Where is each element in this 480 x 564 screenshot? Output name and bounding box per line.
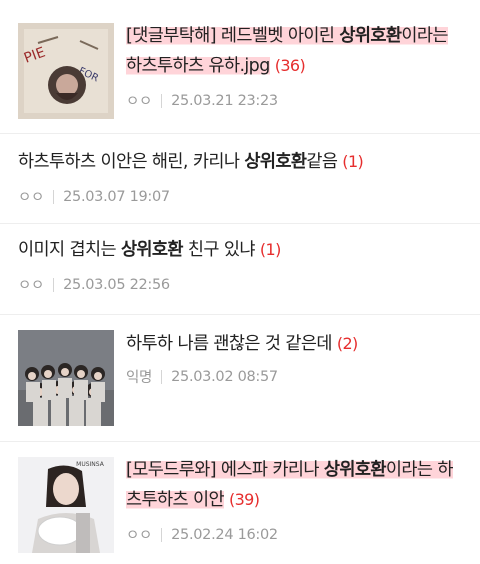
post-title[interactable]: [댓글부탁해] 레드벨벳 아이린 상위호환이라는 하츠투하츠 유하.jpg (3… <box>126 21 464 81</box>
post-thumbnail[interactable] <box>18 330 114 426</box>
post-content: [댓글부탁해] 레드벨벳 아이린 상위호환이라는 하츠투하츠 유하.jpg (3… <box>126 21 464 111</box>
search-keyword: 상위호환 <box>339 26 402 46</box>
brand-watermark: MUSINSA <box>76 461 105 468</box>
list-item[interactable]: PIE FOR [댓글부탁해] 레드벨벳 아이린 상위호환이라는 하츠투하츠 유… <box>0 0 480 134</box>
meta-divider <box>53 189 55 204</box>
post-tag: [모두드루와] <box>126 460 217 480</box>
post-thumbnail[interactable]: PIE FOR <box>18 23 114 119</box>
comment-count: (1) <box>259 240 281 259</box>
search-keyword: 상위호환 <box>244 152 307 172</box>
search-keyword: 상위호환 <box>120 240 184 260</box>
post-title[interactable]: 하투하 나름 괜찮은 것 같은데 (2) <box>126 329 464 359</box>
list-item[interactable]: 하츠투하츠 이안은 해린, 카리나 상위호환같음 (1) ㅇㅇ 25.03.07… <box>0 134 480 224</box>
post-content: [모두드루와] 에스파 카리나 상위호환이라는 하 츠투하츠 이안 (39) ㅇ… <box>126 455 464 545</box>
post-meta: ㅇㅇ 25.02.24 16:02 <box>126 524 464 545</box>
post-meta: 익명 25.03.02 08:57 <box>126 366 464 387</box>
list-item[interactable]: MUSINSA [모두드루와] 에스파 카리나 상위호환이라는 하 츠투하츠 이… <box>0 442 480 564</box>
comment-count: (2) <box>336 334 358 353</box>
post-meta: ㅇㅇ 25.03.21 23:23 <box>126 90 464 111</box>
post-date: 25.03.21 23:23 <box>171 92 278 109</box>
meta-divider <box>161 93 163 108</box>
post-date: 25.03.07 19:07 <box>63 188 170 205</box>
post-meta: ㅇㅇ 25.03.07 19:07 <box>18 186 464 207</box>
post-thumbnail[interactable]: MUSINSA <box>18 457 114 553</box>
post-author: ㅇㅇ <box>18 190 45 206</box>
comment-count: (36) <box>274 56 306 75</box>
meta-divider <box>161 527 163 542</box>
post-content: 이미지 겹치는 상위호환 친구 있냐 (1) ㅇㅇ 25.03.05 22:56 <box>18 235 464 295</box>
comment-count: (1) <box>342 152 364 171</box>
post-author: ㅇㅇ <box>126 94 153 110</box>
search-keyword: 상위호환 <box>323 460 387 480</box>
list-item[interactable]: 이미지 겹치는 상위호환 친구 있냐 (1) ㅇㅇ 25.03.05 22:56 <box>0 224 480 315</box>
post-title[interactable]: [모두드루와] 에스파 카리나 상위호환이라는 하 츠투하츠 이안 (39) <box>126 455 464 515</box>
post-list: PIE FOR [댓글부탁해] 레드벨벳 아이린 상위호환이라는 하츠투하츠 유… <box>0 0 480 564</box>
post-title[interactable]: 이미지 겹치는 상위호환 친구 있냐 (1) <box>18 235 464 265</box>
post-tag: [댓글부탁해] <box>126 26 217 46</box>
post-content: 하츠투하츠 이안은 해린, 카리나 상위호환같음 (1) ㅇㅇ 25.03.07… <box>18 147 464 207</box>
post-date: 25.03.02 08:57 <box>171 368 278 385</box>
comment-count: (39) <box>228 490 260 509</box>
post-author: ㅇㅇ <box>18 278 45 294</box>
post-author: ㅇㅇ <box>126 528 153 544</box>
list-item[interactable]: 하투하 나름 괜찮은 것 같은데 (2) 익명 25.03.02 08:57 <box>0 315 480 442</box>
post-meta: ㅇㅇ 25.03.05 22:56 <box>18 274 464 295</box>
meta-divider <box>53 277 55 292</box>
post-content: 하투하 나름 괜찮은 것 같은데 (2) 익명 25.03.02 08:57 <box>126 329 464 387</box>
meta-divider <box>161 369 163 384</box>
post-date: 25.02.24 16:02 <box>171 526 278 543</box>
post-title[interactable]: 하츠투하츠 이안은 해린, 카리나 상위호환같음 (1) <box>18 147 464 177</box>
post-author: 익명 <box>126 370 153 386</box>
post-date: 25.03.05 22:56 <box>63 276 170 293</box>
